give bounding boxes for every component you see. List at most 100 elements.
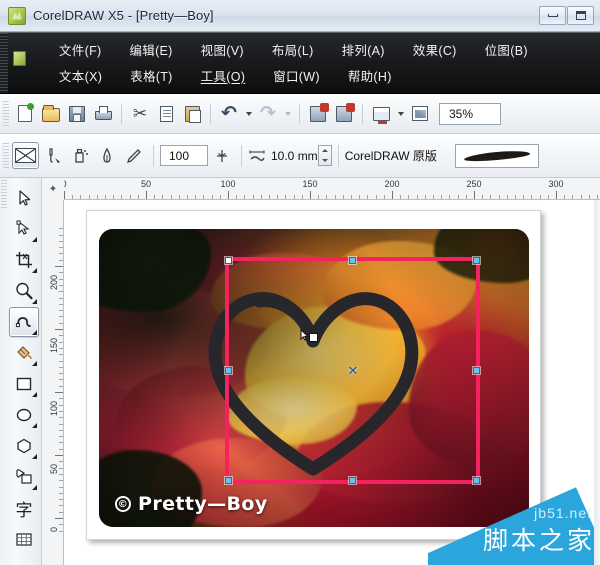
copy-button[interactable] [153,101,179,127]
ruler-tick [59,405,63,406]
ruler-tick [351,195,352,199]
preset-mode-button[interactable] [12,142,39,169]
menu-bitmaps[interactable]: 位图(B) [478,38,535,61]
import-button[interactable] [305,101,331,127]
menu-table[interactable]: 表格(T) [123,64,179,87]
ruler-tick [523,195,524,199]
ruler-tick [59,487,63,488]
smart-fill-tool[interactable] [9,338,39,368]
scissors-icon: ✂ [133,105,147,122]
ruler-origin-corner[interactable]: ✦ [42,178,64,200]
ellipse-tool[interactable] [9,400,39,430]
menu-tools[interactable]: 工具(O) [194,64,253,87]
new-button[interactable] [12,101,38,127]
pick-tool[interactable] [9,183,39,213]
flyout-arrow[interactable] [32,268,37,273]
ruler-tick [212,195,213,199]
menu-help[interactable]: 帮助(H) [341,64,399,87]
freehand-tool[interactable] [9,307,39,337]
ruler-tick [59,272,63,273]
ruler-label: 100 [49,401,59,416]
drawing-canvas[interactable]: ✕ © Pretty—Boy jb51.net 脚本之家 [64,200,600,565]
calligraphic-mode-button[interactable] [93,142,120,169]
selection-handle-top-right[interactable] [473,257,480,264]
save-button[interactable] [64,101,90,127]
horizontal-ruler[interactable]: 050100150200250300 [42,178,600,200]
cut-button[interactable]: ✂ [127,101,153,127]
selection-handle-top-left[interactable] [225,257,232,264]
ruler-tick [59,417,63,418]
ruler-tick [244,195,245,199]
selection-handle-bottom-left[interactable] [225,477,232,484]
menu-view[interactable]: 视图(V) [194,38,251,61]
menu-text[interactable]: 文本(X) [52,64,109,87]
ruler-tick [449,195,450,199]
table-tool[interactable] [9,524,39,554]
undo-button[interactable]: ↶ [216,101,242,127]
ruler-tick [59,298,63,299]
brush-mode-button[interactable] [39,142,66,169]
paste-button[interactable] [179,101,205,127]
ruler-tick [97,195,98,199]
stroke-preset-dropdown[interactable] [455,144,539,168]
selection-handle-middle-right[interactable] [473,367,480,374]
freehand-smoothing-input[interactable]: 100 [160,145,208,166]
polygon-tool[interactable] [9,431,39,461]
open-button[interactable] [38,101,64,127]
zoom-level-input[interactable]: 35% [439,103,501,125]
selection-handle-top-center[interactable] [349,257,356,264]
corel-connect-button[interactable] [407,101,433,127]
print-button[interactable] [90,101,116,127]
launch-button[interactable] [368,101,394,127]
flyout-arrow[interactable] [32,299,37,304]
redo-dropdown-arrow[interactable] [281,101,294,127]
vertical-ruler[interactable]: 050100150200 [42,200,64,565]
menu-edit[interactable]: 编辑(E) [122,38,179,61]
ruler-tick [59,228,63,229]
flyout-arrow[interactable] [32,392,37,397]
menu-arrange[interactable]: 排列(A) [335,38,392,61]
toolbar-grip[interactable] [2,101,9,127]
selection-handle-middle-left[interactable] [225,367,232,374]
basic-shapes-tool[interactable] [9,462,39,492]
stroke-width-stepper[interactable] [318,145,332,166]
menu-effects[interactable]: 效果(C) [406,38,464,61]
undo-dropdown-arrow[interactable] [242,101,255,127]
stroke-width-value[interactable]: 10.0 mm [271,149,318,163]
restore-button[interactable] [567,6,594,25]
flyout-arrow[interactable] [32,361,37,366]
ruler-tick [59,524,63,525]
menu-bar-grip[interactable] [0,33,8,93]
redo-button[interactable]: ↷ [255,101,281,127]
rectangle-tool[interactable] [9,369,39,399]
minimize-button[interactable] [539,6,566,25]
rectangle-icon [14,374,34,394]
crop-tool[interactable] [9,245,39,275]
text-tool[interactable]: 字 [9,493,39,523]
export-button[interactable] [331,101,357,127]
property-bar-grip[interactable] [2,143,9,169]
menu-file[interactable]: 文件(F) [52,38,108,61]
toolbox-grip[interactable] [1,180,7,210]
shape-tool[interactable] [9,214,39,244]
flyout-arrow[interactable] [32,485,37,490]
zoom-tool[interactable] [9,276,39,306]
sprayer-mode-button[interactable] [66,142,93,169]
menu-layout[interactable]: 布局(L) [265,38,321,61]
ruler-tick [220,195,221,199]
ruler-tick [589,195,590,199]
selection-handle-bottom-center[interactable] [349,477,356,484]
selection-rectangle[interactable]: ✕ [225,257,480,484]
flyout-arrow[interactable] [32,330,37,335]
pressure-mode-button[interactable] [120,142,147,169]
menu-window[interactable]: 窗口(W) [266,64,327,87]
flyout-arrow[interactable] [32,423,37,428]
flyout-arrow[interactable] [32,237,37,242]
right-scroll-strip[interactable] [594,200,600,565]
selection-handle-bottom-right[interactable] [473,477,480,484]
drawing-page[interactable]: ✕ © Pretty—Boy [86,210,541,540]
ruler-tick [55,329,63,330]
flyout-arrow[interactable] [32,454,37,459]
launch-dropdown-arrow[interactable] [394,101,407,127]
rose-photo[interactable]: ✕ © Pretty—Boy [99,229,529,527]
